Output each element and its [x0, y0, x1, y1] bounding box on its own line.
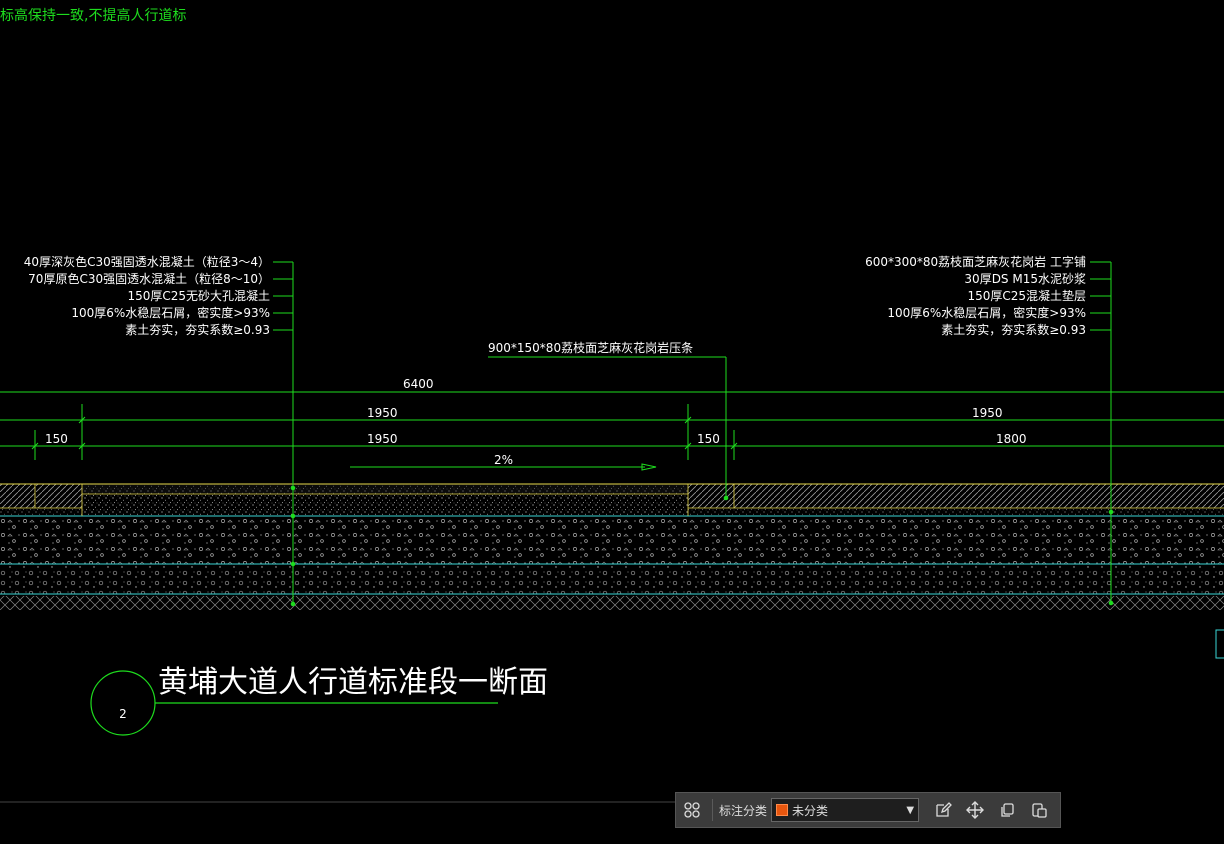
annotation-toolbar: 标注分类 未分类 ▼	[675, 792, 1061, 828]
dim-edge-mid: 150	[697, 432, 720, 446]
section-number-circle	[90, 670, 156, 736]
right-callout-line: 150厚C25混凝土垫层	[967, 288, 1086, 303]
left-callout-line: 150厚C25无砂大孔混凝土	[127, 288, 270, 303]
move-icon[interactable]	[962, 797, 988, 823]
top-note: 标高保持一致,不提高人行道标	[0, 7, 186, 24]
left-callout-line: 40厚深灰色C30强固透水混凝土（粒径3～4）	[24, 254, 270, 269]
dim-right-upper: 1950	[972, 406, 1003, 420]
copy-icon[interactable]	[994, 797, 1020, 823]
curb-callout-text: 900*150*80荔枝面芝麻灰花岗岩压条	[488, 340, 693, 355]
dim-left-lower: 1950	[367, 432, 398, 446]
dim-edge-left: 150	[45, 432, 68, 446]
offscreen-block	[1215, 629, 1224, 659]
toolbar-divider	[712, 799, 713, 821]
section-layers	[0, 483, 1224, 610]
cad-drawing-canvas[interactable]: 标高保持一致,不提高人行道标 6400 1950 1950 150 150 19…	[0, 0, 1224, 844]
slope-label: 2%	[494, 453, 513, 467]
section-title: 黄埔大道人行道标准段一断面	[158, 665, 548, 700]
grid-icon[interactable]	[679, 797, 705, 823]
left-callout-line: 素土夯实，夯实系数≥0.93	[125, 322, 270, 337]
right-callout-text: 600*300*80荔枝面芝麻灰花岗岩 工字铺 30厚DS M15水泥砂浆 15…	[865, 254, 1086, 337]
section-title-block: 2 黄埔大道人行道标准段一断面	[90, 665, 548, 736]
left-callout-line: 100厚6%水稳层石屑，密实度>93%	[71, 305, 270, 320]
paste-icon[interactable]	[1026, 797, 1052, 823]
right-callout-line: 30厚DS M15水泥砂浆	[964, 271, 1086, 286]
right-callout-line: 600*300*80荔枝面芝麻灰花岗岩 工字铺	[865, 254, 1086, 269]
right-callout-line: 素土夯实，夯实系数≥0.93	[941, 322, 1086, 337]
color-swatch	[776, 804, 789, 816]
category-select-value: 未分类	[792, 803, 829, 818]
category-select[interactable]: 未分类 ▼	[771, 798, 920, 822]
dim-left-upper: 1950	[367, 406, 398, 420]
chevron-down-icon: ▼	[906, 804, 915, 816]
right-callout-line: 100厚6%水稳层石屑，密实度>93%	[887, 305, 1086, 320]
section-number: 2	[119, 707, 127, 721]
left-callout-line: 70厚原色C30强固透水混凝土（粒径8～10）	[28, 271, 270, 286]
curb-callout-leader	[488, 356, 729, 501]
dim-total: 6400	[403, 377, 434, 391]
edit-icon[interactable]	[930, 797, 956, 823]
category-label: 标注分类	[719, 803, 768, 818]
dimension-lines	[0, 391, 1224, 471]
left-callout-text: 40厚深灰色C30强固透水混凝土（粒径3～4） 70厚原色C30强固透水混凝土（…	[24, 254, 270, 337]
dim-right-lower: 1800	[996, 432, 1027, 446]
